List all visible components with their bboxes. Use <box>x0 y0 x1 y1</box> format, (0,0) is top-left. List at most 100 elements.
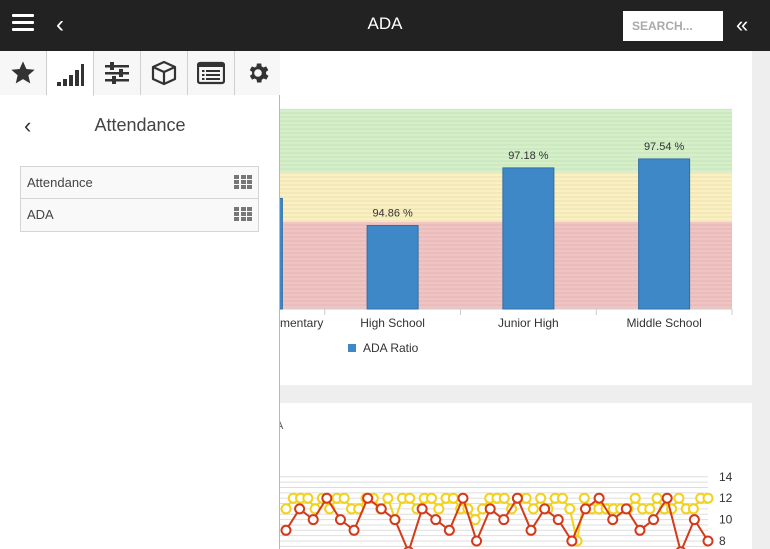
series-point <box>702 535 714 547</box>
series-point <box>552 514 564 526</box>
tab-favorites[interactable] <box>0 51 47 95</box>
series-point <box>629 492 641 504</box>
series-point <box>457 492 469 504</box>
bar <box>638 158 691 310</box>
sliders-icon <box>105 62 129 84</box>
ada-ratio-bar-chart: .95 %mentary94.86 %High School97.18 %Jun… <box>280 108 733 355</box>
data-label: 97.54 % <box>644 141 685 153</box>
data-label: 94.86 % <box>372 208 413 220</box>
gear-icon <box>249 63 269 83</box>
series-point <box>338 492 350 504</box>
series-point <box>426 492 438 504</box>
series-point <box>648 514 660 526</box>
search-input[interactable] <box>623 11 723 41</box>
sidebar-list: Attendance ADA <box>20 166 259 232</box>
legend-label: ADA Ratio <box>363 341 419 355</box>
x-tick-label: High School <box>360 316 425 330</box>
series-point <box>416 503 428 515</box>
y-tick-label: 14 <box>719 470 733 484</box>
hamburger-menu-icon[interactable] <box>12 14 34 36</box>
series-point <box>321 492 333 504</box>
series-point <box>535 492 547 504</box>
series-point <box>404 492 416 504</box>
y-tick-label: 8 <box>719 534 726 548</box>
series-point <box>280 503 292 515</box>
series-point <box>469 514 481 526</box>
tab-filters[interactable] <box>94 51 141 95</box>
series-point <box>620 503 632 515</box>
signal-bars-icon <box>57 63 84 86</box>
series-point <box>447 492 459 504</box>
series-point <box>433 503 445 515</box>
series-point <box>511 492 523 504</box>
y-tick-label: 12 <box>719 491 733 505</box>
series-point <box>484 503 496 515</box>
series-point <box>688 514 700 526</box>
tab-reports[interactable] <box>188 51 235 95</box>
series-point <box>520 492 532 504</box>
bar <box>280 197 283 310</box>
series-point <box>673 492 685 504</box>
series-point <box>307 514 319 526</box>
series-point <box>578 492 590 504</box>
chart-title-fragment: A <box>280 420 284 432</box>
series-point <box>687 503 699 515</box>
series-point <box>362 492 374 504</box>
series-point <box>389 514 401 526</box>
series-point <box>302 492 314 504</box>
tab-model[interactable] <box>141 51 188 95</box>
ada-trend-chart-panel: A 14 12 10 8 <box>280 403 752 549</box>
top-bar: ‹ ADA « <box>0 0 770 51</box>
series-point <box>334 514 346 526</box>
back-button[interactable]: ‹ <box>56 12 78 38</box>
ada-trend-line-chart: A 14 12 10 8 <box>280 420 733 549</box>
tab-metrics[interactable] <box>47 51 94 96</box>
series-point <box>593 492 605 504</box>
series-point <box>348 524 360 536</box>
series-point <box>579 503 591 515</box>
series-point <box>661 492 673 504</box>
list-item-ada[interactable]: ADA <box>21 199 258 231</box>
list-item-attendance[interactable]: Attendance <box>21 167 258 199</box>
list-item-label: Attendance <box>27 175 93 190</box>
list-item-label: ADA <box>27 207 54 222</box>
series-point <box>539 503 551 515</box>
series-point <box>430 514 442 526</box>
series-point <box>294 503 306 515</box>
sidebar-tab-bar <box>0 51 280 96</box>
x-tick-label: Middle School <box>626 316 701 330</box>
series-point <box>527 503 539 515</box>
sidebar: ‹ Attendance Attendance ADA <box>0 51 280 549</box>
series-point <box>443 524 455 536</box>
sidebar-section-title: Attendance <box>94 115 186 135</box>
x-tick-label: Junior High <box>498 316 559 330</box>
bar <box>366 225 419 310</box>
series-point <box>280 524 292 536</box>
series-point <box>644 503 656 515</box>
ada-ratio-chart-panel: .95 %mentary94.86 %High School97.18 %Jun… <box>280 51 752 385</box>
grid-icon[interactable] <box>234 207 252 221</box>
series-point <box>607 514 619 526</box>
series-point <box>382 492 394 504</box>
series-point <box>498 492 510 504</box>
series-point <box>471 535 483 547</box>
series-point <box>651 492 663 504</box>
series-point <box>566 535 578 547</box>
data-label: 97.18 % <box>508 150 549 162</box>
legend-swatch <box>348 344 356 352</box>
cube-icon <box>151 60 177 86</box>
list-window-icon <box>197 61 225 85</box>
bar <box>502 167 555 310</box>
x-tick-label: mentary <box>280 316 323 330</box>
series-point <box>702 492 714 504</box>
series-point <box>634 524 646 536</box>
series-point <box>375 503 387 515</box>
tab-settings[interactable] <box>235 51 280 95</box>
series-point <box>498 514 510 526</box>
collapse-panel-icon[interactable]: « <box>736 13 758 37</box>
y-tick-label: 10 <box>719 513 733 527</box>
series-point <box>525 524 537 536</box>
grid-icon[interactable] <box>234 175 252 189</box>
series-point <box>564 503 576 515</box>
star-icon <box>11 61 35 84</box>
